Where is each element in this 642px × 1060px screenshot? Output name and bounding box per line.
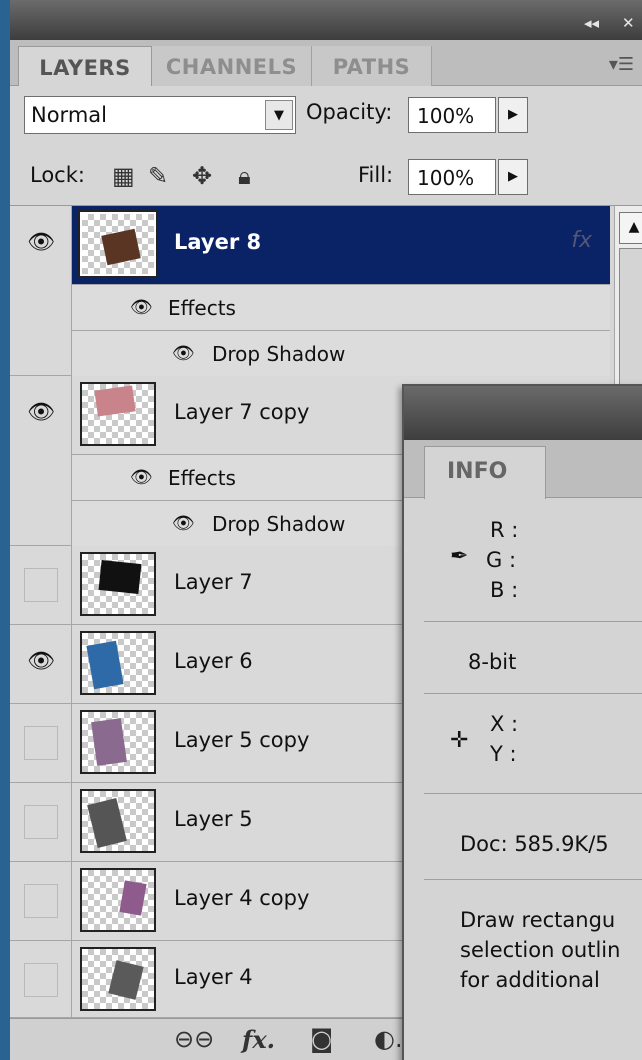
tool-hint: Draw rectangu selection outlin for addit…	[460, 908, 620, 992]
link-icon[interactable]: ⊖⊖	[174, 1025, 214, 1053]
info-titlebar[interactable]	[404, 386, 642, 440]
drop-shadow-row[interactable]: 👁︎ Drop Shadow	[72, 330, 610, 376]
y-label: Y :	[490, 742, 517, 766]
lock-transparency-icon[interactable]: ▦	[112, 162, 135, 190]
lock-pixels-icon[interactable]: ✎	[148, 162, 168, 190]
visibility-column: 👁︎	[10, 376, 72, 545]
visibility-toggle[interactable]	[24, 884, 58, 918]
tab-paths[interactable]: PATHS	[312, 46, 432, 86]
visibility-column	[10, 704, 72, 782]
layer-thumbnail	[80, 789, 156, 853]
layer-thumbnail	[80, 710, 156, 774]
info-tabs: INFO	[404, 440, 642, 499]
layer-thumbnail	[80, 947, 156, 1011]
visibility-toggle[interactable]	[24, 568, 58, 602]
layer-name[interactable]: Layer 7 copy	[174, 400, 309, 424]
visibility-column	[10, 941, 72, 1017]
visibility-column	[10, 783, 72, 861]
doc-size-readout: Doc: 585.9K/5	[424, 794, 642, 880]
fill-label: Fill:	[358, 163, 394, 187]
tab-channels[interactable]: CHANNELS	[152, 46, 312, 86]
lock-position-icon[interactable]: ✥	[192, 162, 212, 190]
layer-name[interactable]: Layer 7	[174, 570, 253, 594]
tool-hint-line: Draw rectangu	[460, 908, 616, 932]
layer-thumbnail	[80, 552, 156, 616]
blend-options-row: Normal ▼ Opacity: 100% ▶	[10, 86, 642, 144]
tool-hint-line: for additional	[460, 968, 600, 992]
effects-row[interactable]: 👁︎ Effects	[72, 284, 610, 330]
tool-hint-line: selection outlin	[460, 938, 621, 962]
opacity-label: Opacity:	[306, 100, 393, 124]
layer-name[interactable]: Layer 5	[174, 807, 253, 831]
eye-icon[interactable]: 👁︎	[172, 513, 195, 534]
info-panel: INFO R : ✒ G : B : 8-bit ✛ X : Y : Doc: …	[402, 384, 642, 1060]
visibility-column	[10, 862, 72, 940]
visibility-toggle[interactable]	[24, 805, 58, 839]
scroll-thumb[interactable]	[619, 248, 642, 388]
panel-tabs: LAYERS CHANNELS PATHS ▾☰	[10, 40, 642, 86]
visibility-toggle[interactable]	[24, 726, 58, 760]
lock-all-icon[interactable]: 🔒︎	[238, 162, 251, 190]
layer-thumbnail	[78, 210, 158, 278]
doc-size: Doc: 585.9K/5	[460, 832, 609, 856]
visibility-column: 👁︎	[10, 206, 72, 375]
layer-thumbnail	[80, 382, 156, 446]
eye-icon[interactable]: 👁︎	[26, 230, 56, 260]
opacity-slider-button[interactable]: ▶	[498, 97, 528, 133]
layer-name[interactable]: Layer 6	[174, 649, 253, 673]
layer-row[interactable]: 👁︎ Layer 8 fx 👁︎ Effects 👁︎ Drop Shadow	[10, 206, 610, 376]
xy-readout: ✛ X : Y :	[424, 694, 642, 794]
chevron-down-icon[interactable]: ▼	[265, 100, 293, 130]
bit-depth-readout: 8-bit	[424, 622, 642, 694]
visibility-column	[10, 546, 72, 624]
blend-mode-value: Normal	[31, 103, 107, 127]
eyedropper-icon: ✒	[450, 544, 469, 569]
layer-name[interactable]: Layer 4 copy	[174, 886, 309, 910]
layer-thumbnail	[80, 631, 156, 695]
layer-main[interactable]: Layer 8 fx	[72, 206, 610, 284]
panel-titlebar: ◂◂ ✕	[10, 0, 642, 40]
eye-icon[interactable]: 👁︎	[26, 400, 56, 430]
effects-label: Effects	[168, 296, 236, 320]
eye-icon[interactable]: 👁︎	[130, 467, 153, 488]
layer-name[interactable]: Layer 4	[174, 965, 253, 989]
drop-shadow-label: Drop Shadow	[212, 342, 346, 366]
adjustment-icon[interactable]: ◐.	[374, 1025, 403, 1053]
tab-info[interactable]: INFO	[424, 446, 546, 499]
scroll-up-icon[interactable]: ▲	[619, 212, 642, 244]
x-label: X :	[490, 712, 519, 736]
fx-indicator-icon[interactable]: fx	[571, 228, 592, 253]
drop-shadow-label: Drop Shadow	[212, 512, 346, 536]
fill-slider-button[interactable]: ▶	[498, 159, 528, 195]
visibility-column: 👁︎	[10, 625, 72, 703]
layer-name[interactable]: Layer 5 copy	[174, 728, 309, 752]
lock-label: Lock:	[30, 163, 85, 187]
panel-menu-icon[interactable]: ▾☰	[609, 54, 634, 75]
fill-field[interactable]: 100%	[408, 159, 496, 195]
opacity-field[interactable]: 100%	[408, 97, 496, 133]
layer-thumbnail	[80, 868, 156, 932]
lock-fill-row: Lock: ▦ ✎ ✥ 🔒︎ Fill: 100% ▶	[10, 146, 642, 206]
visibility-toggle[interactable]	[24, 963, 58, 997]
close-icon[interactable]: ✕	[622, 14, 635, 32]
eye-icon[interactable]: 👁︎	[130, 297, 153, 318]
collapse-icon[interactable]: ◂◂	[584, 14, 599, 32]
bit-depth: 8-bit	[468, 650, 517, 674]
g-label: G :	[486, 548, 517, 572]
tab-layers[interactable]: LAYERS	[18, 46, 152, 86]
effects-label: Effects	[168, 466, 236, 490]
r-label: R :	[490, 518, 519, 542]
rgb-readout: R : ✒ G : B :	[424, 498, 642, 622]
crosshair-icon: ✛	[450, 728, 469, 753]
eye-icon[interactable]: 👁︎	[172, 343, 195, 364]
fx-icon[interactable]: fx.	[242, 1025, 275, 1054]
blend-mode-select[interactable]: Normal ▼	[24, 96, 296, 134]
eye-icon[interactable]: 👁︎	[26, 649, 56, 679]
layer-name[interactable]: Layer 8	[174, 230, 261, 254]
b-label: B :	[490, 578, 519, 602]
mask-icon[interactable]: ◙	[310, 1025, 333, 1053]
